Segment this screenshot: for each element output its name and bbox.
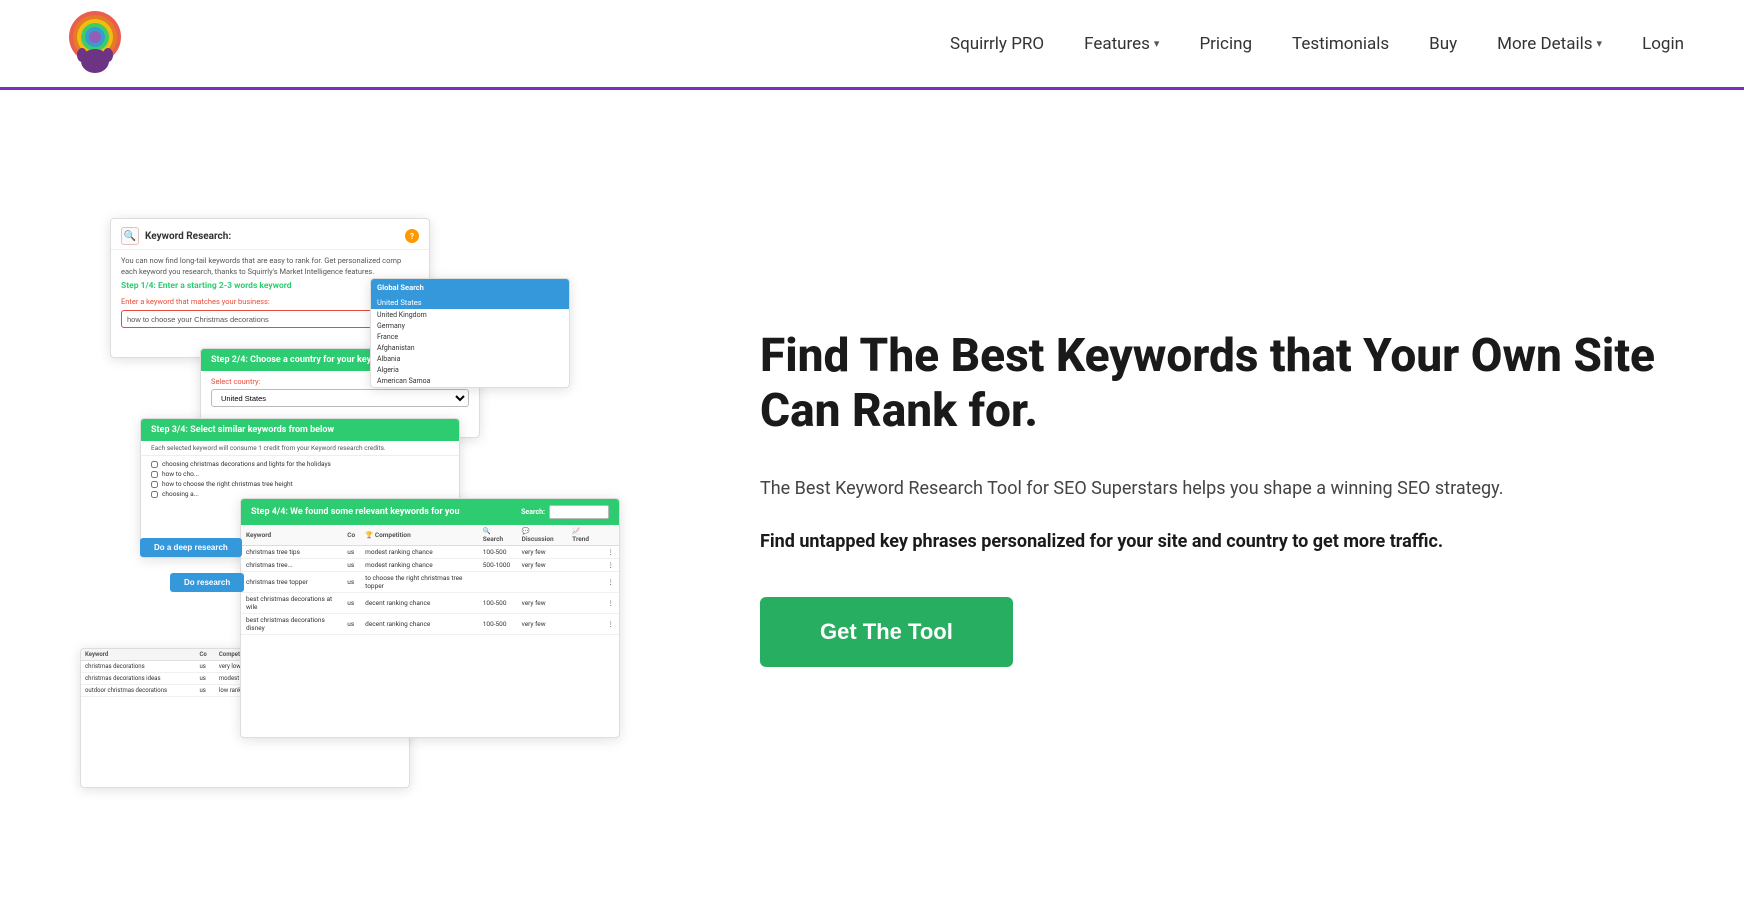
col-keyword: Keyword: [241, 525, 342, 546]
similar-kw-3[interactable]: how to choose the right christmas tree h…: [151, 480, 449, 488]
table-row: best christmas decorations disneyusdecen…: [241, 614, 619, 635]
panel3-sub: Each selected keyword will consume 1 cre…: [141, 441, 459, 456]
logo-area: [60, 9, 130, 79]
nav-features[interactable]: Features ▾: [1084, 34, 1159, 54]
hero-highlight: Find untapped key phrases personalized f…: [760, 528, 1664, 557]
col-competition: 🏆 Competition: [360, 525, 478, 546]
dropdown-item-al[interactable]: Albania: [371, 353, 569, 364]
kw2-checkbox[interactable]: [151, 471, 158, 478]
panel1-title: Keyword Research:: [145, 231, 231, 242]
main-nav: Squirrly PRO Features ▾ Pricing Testimon…: [950, 34, 1684, 54]
dropdown-item-de[interactable]: Germany: [371, 320, 569, 331]
keyword-table-search[interactable]: [549, 505, 609, 519]
dropdown-item-af[interactable]: Afghanistan: [371, 342, 569, 353]
main-content: 🔍 Keyword Research: ? You can now find l…: [0, 90, 1744, 906]
table-row: best christmas decorations at wileusdece…: [241, 593, 619, 614]
more-details-chevron-icon: ▾: [1597, 37, 1603, 50]
nav-login[interactable]: Login: [1642, 34, 1684, 54]
hero-content: Find The Best Keywords that Your Own Sit…: [720, 329, 1664, 667]
dropdown-selected: United States: [371, 296, 569, 309]
dropdown-item-ao[interactable]: Angola: [371, 386, 569, 388]
kw3-checkbox[interactable]: [151, 481, 158, 488]
nav-squirrly-pro[interactable]: Squirrly PRO: [950, 34, 1044, 54]
do-research-button[interactable]: Do research: [170, 573, 244, 592]
col-trend: 📈 Trend: [567, 525, 602, 546]
dropdown-search: Global Search: [371, 279, 569, 296]
table-row: christmas tree...usmodest ranking chance…: [241, 559, 619, 572]
similar-kw-4[interactable]: choosing a...: [151, 490, 449, 498]
panel-found-keywords: Step 4/4: We found some relevant keyword…: [240, 498, 620, 738]
dropdown-item-dz[interactable]: Algeria: [371, 364, 569, 375]
panel3-header: Step 3/4: Select similar keywords from b…: [141, 419, 459, 441]
nav-buy[interactable]: Buy: [1429, 34, 1457, 54]
panel1-body-text: You can now find long-tail keywords that…: [121, 256, 419, 277]
table-row: christmas tree topperusto choose the rig…: [241, 572, 619, 593]
similar-kw-2[interactable]: how to cho...: [151, 470, 449, 478]
nav-testimonials[interactable]: Testimonials: [1292, 34, 1389, 54]
col-co: Co: [342, 525, 360, 546]
country-select[interactable]: United States: [211, 389, 469, 407]
col-search: 🔍 Search: [478, 525, 517, 546]
dropdown-item-fr[interactable]: France: [371, 331, 569, 342]
similar-kw-1[interactable]: choosing christmas decorations and light…: [151, 460, 449, 468]
dropdown-item-as[interactable]: American Samoa: [371, 375, 569, 386]
squirrly-logo: [60, 9, 130, 79]
keyword-search-icon: 🔍: [121, 227, 139, 245]
kw1-checkbox[interactable]: [151, 461, 158, 468]
country-dropdown: Global Search United States United Kingd…: [370, 278, 570, 388]
nav-more-details[interactable]: More Details ▾: [1497, 34, 1602, 54]
panel4-header: Step 4/4: We found some relevant keyword…: [251, 507, 460, 517]
hero-headline: Find The Best Keywords that Your Own Sit…: [760, 329, 1664, 439]
col-discussion: 💬 Discussion: [517, 525, 568, 546]
kw4-checkbox[interactable]: [151, 491, 158, 498]
dropdown-item-uk[interactable]: United Kingdom: [371, 309, 569, 320]
table-row: christmas tree tipsusmodest ranking chan…: [241, 546, 619, 559]
cta-get-tool-button[interactable]: Get The Tool: [760, 597, 1013, 667]
mockup-area: 🔍 Keyword Research: ? You can now find l…: [80, 218, 660, 778]
nav-pricing[interactable]: Pricing: [1199, 34, 1252, 54]
deep-research-button[interactable]: Do a deep research: [140, 538, 242, 557]
hero-subtext: The Best Keyword Research Tool for SEO S…: [760, 475, 1664, 504]
site-header: Squirrly PRO Features ▾ Pricing Testimon…: [0, 0, 1744, 90]
help-icon: ?: [405, 229, 419, 243]
features-chevron-icon: ▾: [1154, 37, 1160, 50]
